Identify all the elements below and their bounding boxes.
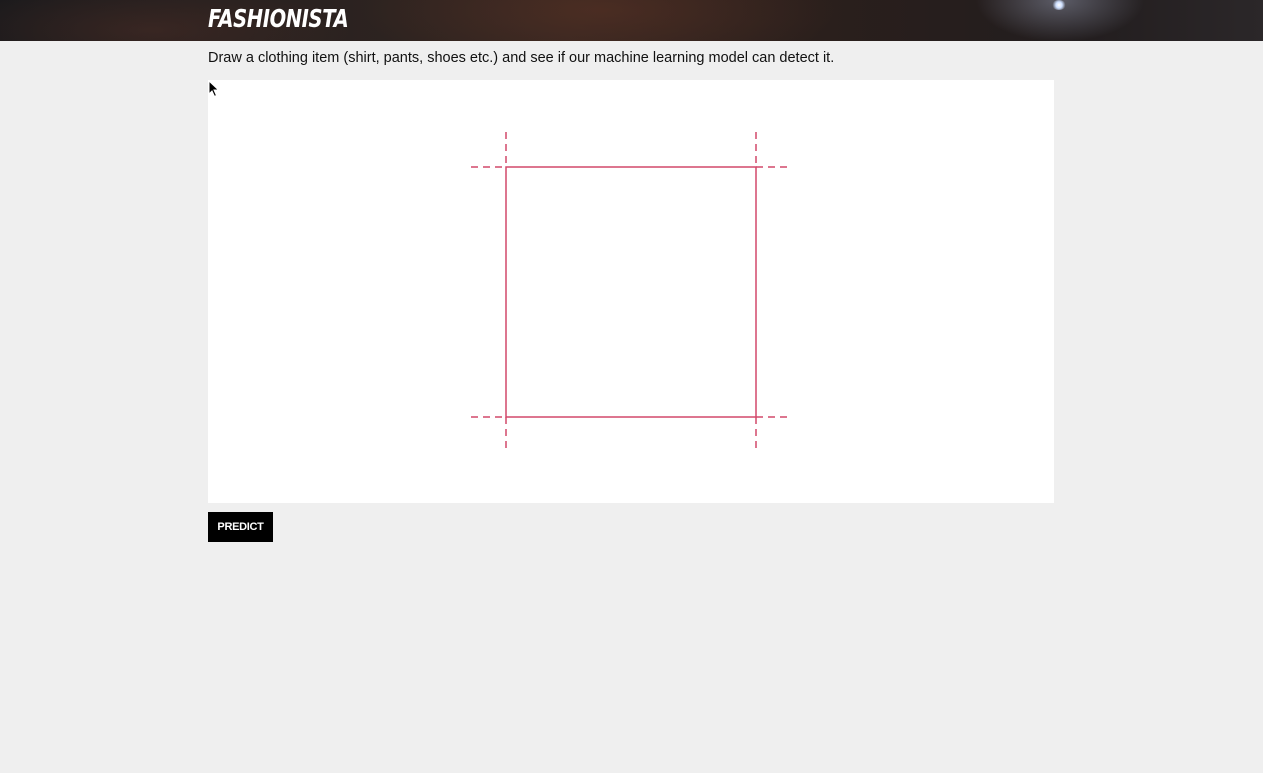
app-logo[interactable]: FASHIONISTA [208, 2, 349, 36]
drawing-frame [505, 166, 757, 418]
drawing-canvas[interactable] [208, 80, 1054, 503]
instructions-text: Draw a clothing item (shirt, pants, shoe… [208, 50, 835, 66]
mouse-pointer-icon [208, 80, 220, 98]
drawing-guide [471, 132, 791, 452]
predict-button[interactable]: PREDICT [208, 512, 273, 542]
star-decoration [1052, 0, 1066, 10]
header-banner: FASHIONISTA [0, 0, 1263, 41]
